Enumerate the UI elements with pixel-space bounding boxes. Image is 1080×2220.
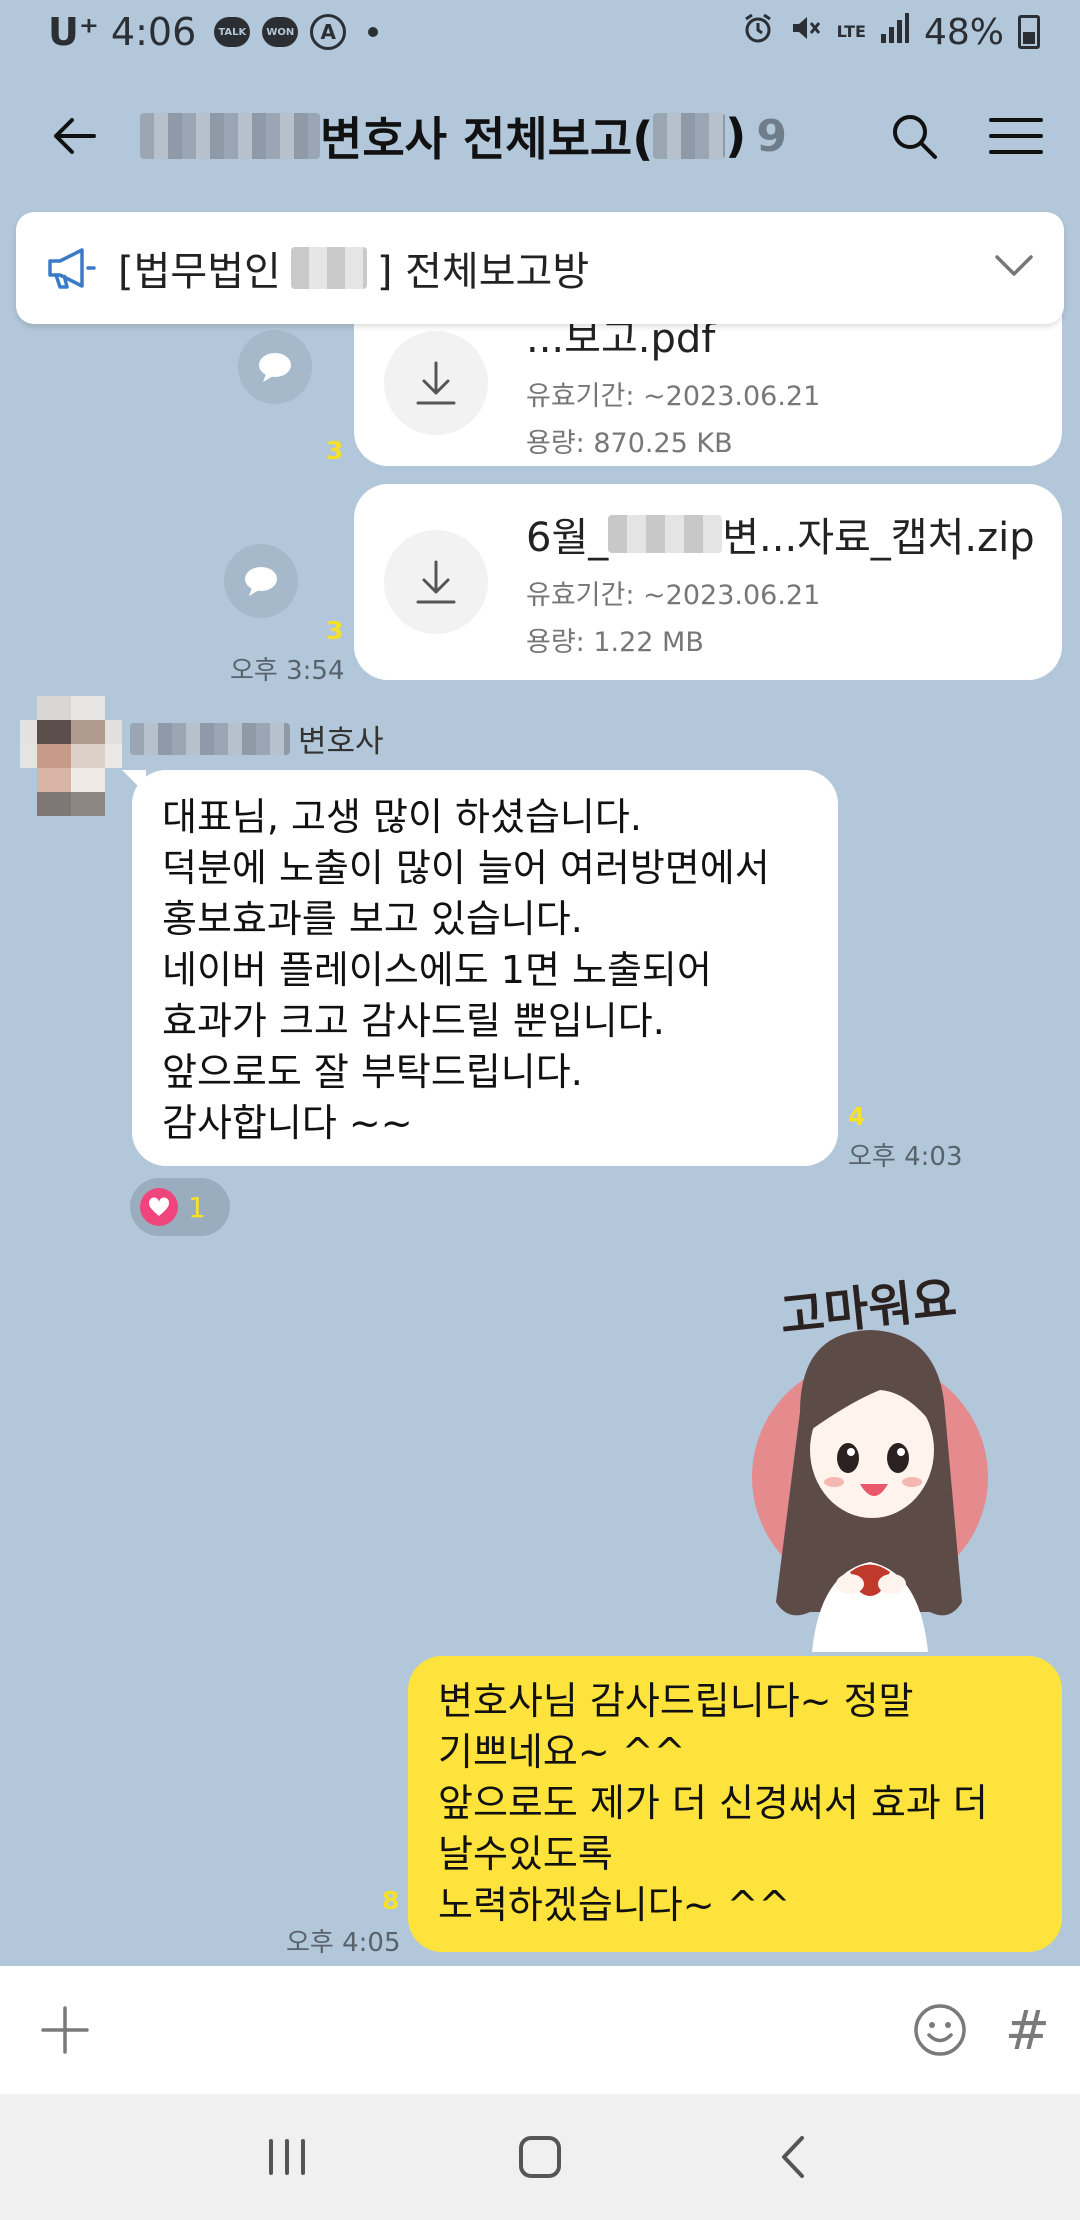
- unread-count: 3: [326, 616, 344, 645]
- download-icon: [416, 560, 456, 604]
- message-line: 네이버 플레이스에도 1면 노출되어: [162, 948, 712, 992]
- file-name: 6월_ 변...자료_캡처.zip: [526, 505, 1035, 563]
- status-time: 4:06: [110, 10, 197, 54]
- download-button[interactable]: [384, 530, 488, 634]
- download-icon: [416, 361, 456, 405]
- message-line: 앞으로도 잘 부탁드립니다.: [162, 1050, 583, 1094]
- sender-name: 변호사: [130, 716, 384, 761]
- back-button[interactable]: [44, 106, 104, 166]
- message-line: 홍보효과를 보고 있습니다.: [162, 897, 583, 941]
- redacted-name: [608, 515, 723, 553]
- message-input-bar: #: [0, 1966, 1080, 2094]
- message-time: 오후 4:03: [848, 1142, 963, 1172]
- chat-header: 변호사 전체보고( ) 9: [0, 64, 1080, 208]
- message-line: 노력하겠습니다~ ^^: [438, 1883, 791, 1927]
- reaction-count: 1: [188, 1190, 206, 1224]
- chat-title-area[interactable]: 변호사 전체보고( ) 9: [140, 103, 848, 169]
- file-name-suffix: 변...자료_캡처.zip: [722, 515, 1035, 561]
- sticker-text: 고마워요: [778, 1272, 960, 1345]
- message-time: 오후 3:54: [230, 656, 345, 686]
- share-button[interactable]: [238, 330, 312, 404]
- incoming-message-bubble[interactable]: 대표님, 고생 많이 하셨습니다. 덕분에 노출이 많이 늘어 여러방면에서 홍…: [122, 770, 838, 1166]
- signal-icon: [880, 12, 910, 53]
- chat-title-close: ): [725, 109, 747, 163]
- home-icon: [518, 2136, 561, 2178]
- message-line: 덕분에 노출이 많이 늘어 여러방면에서: [162, 846, 770, 890]
- lte-label: LTE: [836, 22, 866, 41]
- chevron-down-icon: [995, 255, 1033, 276]
- plus-icon: [41, 2006, 89, 2054]
- menu-button[interactable]: [980, 100, 1052, 172]
- avatar[interactable]: [20, 696, 122, 816]
- alarm-icon: [741, 11, 775, 54]
- search-icon: [893, 115, 937, 159]
- notice-banner[interactable]: [법무법인 ] 전체보고방: [16, 212, 1064, 324]
- battery-percent: 48%: [923, 11, 1004, 53]
- redacted-name: [653, 113, 726, 159]
- heart-icon: [140, 1188, 178, 1226]
- a-circle-icon: A: [310, 14, 347, 50]
- back-chevron-icon: [782, 2136, 805, 2178]
- download-button[interactable]: [384, 331, 488, 435]
- sticker-thank-you[interactable]: 고마워요: [700, 1271, 1040, 1652]
- emoji-icon: [914, 2004, 966, 2056]
- file-name-prefix: 6월_: [526, 515, 609, 561]
- talk-icon: TALK: [214, 17, 251, 47]
- message-line: 대표님, 고생 많이 하셨습니다.: [162, 795, 642, 839]
- sender-name-suffix: 변호사: [298, 724, 384, 760]
- redacted-name: [140, 113, 320, 159]
- system-nav-bar: [0, 2094, 1080, 2220]
- unread-count: 8: [382, 1886, 400, 1915]
- menu-icon: [989, 118, 1043, 154]
- recent-apps-icon: [268, 2139, 305, 2175]
- notice-text-suffix: ] 전체보고방: [376, 249, 590, 295]
- mute-icon: [789, 11, 823, 54]
- message-line: 감사합니다 ~~: [162, 1101, 413, 1145]
- redacted-name: [290, 247, 367, 289]
- chat-bubble-icon: [259, 353, 291, 382]
- message-line: 기쁘네요~ ^^: [438, 1730, 686, 1774]
- message-line: 변호사님 감사드립니다~ 정말: [438, 1679, 914, 1723]
- share-button[interactable]: [224, 544, 298, 618]
- message-input[interactable]: [124, 1990, 881, 2070]
- home-button[interactable]: [495, 2112, 585, 2202]
- back-arrow-icon: [54, 118, 96, 154]
- system-back-button[interactable]: [748, 2112, 838, 2202]
- battery-icon: [1018, 15, 1040, 49]
- megaphone-icon: [48, 248, 96, 289]
- chat-bubble-icon: [245, 567, 277, 596]
- file-expiry: 유효기간: ~2023.06.21: [526, 381, 821, 412]
- carrier-label: U⁺: [48, 10, 99, 54]
- file-size: 용량: 1.22 MB: [526, 627, 704, 658]
- recent-apps-button[interactable]: [242, 2112, 332, 2202]
- file-expiry: 유효기간: ~2023.06.21: [526, 580, 821, 611]
- message-time: 오후 4:05: [286, 1928, 401, 1958]
- attach-button[interactable]: [30, 1995, 100, 2065]
- message-line: 날수있도록: [438, 1832, 613, 1876]
- member-count: 9: [756, 110, 787, 162]
- message-line: 효과가 크고 감사드릴 뿐입니다.: [162, 999, 665, 1043]
- unread-count: 3: [326, 436, 344, 465]
- chat-title: 변호사 전체보고(: [320, 112, 654, 166]
- unread-count: 4: [848, 1102, 866, 1131]
- notification-dot-icon: [368, 27, 379, 37]
- emoji-button[interactable]: [905, 1995, 975, 2065]
- search-button[interactable]: [878, 100, 950, 172]
- outgoing-message-bubble[interactable]: 변호사님 감사드립니다~ 정말 기쁘네요~ ^^ 앞으로도 제가 더 신경써서 …: [408, 1656, 1062, 1952]
- status-bar: U⁺ 4:06 TALK WON A LTE 48%: [0, 0, 1080, 64]
- redacted-name: [130, 722, 290, 755]
- reaction-badge[interactable]: 1: [130, 1178, 230, 1236]
- message-line: 앞으로도 제가 더 신경써서 효과 더: [438, 1781, 988, 1825]
- won-icon: WON: [262, 17, 299, 47]
- hashtag-button[interactable]: #: [1005, 1999, 1050, 2062]
- file-message-zip[interactable]: 6월_ 변...자료_캡처.zip 유효기간: ~2023.06.21 용량: …: [354, 484, 1062, 680]
- file-size: 용량: 870.25 KB: [526, 428, 733, 459]
- notice-text-prefix: [법무법인: [118, 249, 281, 295]
- notice-expand-button[interactable]: [994, 254, 1034, 282]
